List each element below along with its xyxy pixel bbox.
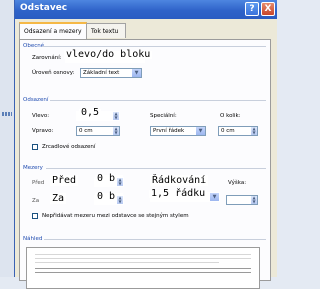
right-indent-label: Vpravo: xyxy=(32,128,54,134)
space-before-label: Před xyxy=(50,175,79,186)
preview-separator xyxy=(44,239,266,240)
line-spacing-select[interactable]: 1,5 řádku ▼ xyxy=(149,188,220,202)
mirror-indent-checkbox[interactable] xyxy=(32,144,38,150)
preview-group-label: Náhled xyxy=(23,236,43,242)
general-separator xyxy=(42,46,266,47)
space-before-small-label: Před xyxy=(32,180,45,186)
spin-arrows-icon[interactable]: ▲ ▼ xyxy=(251,127,257,135)
tab-panel: Obecné Zarovnání: vlevo/do bloku Úroveň … xyxy=(19,39,271,289)
outline-level-label: Úroveň osnovy: xyxy=(32,70,75,76)
preview-text-line xyxy=(35,258,251,259)
spacing-separator xyxy=(46,168,266,169)
chevron-down-icon[interactable]: ▼ xyxy=(196,127,205,135)
background-ruler-mark xyxy=(2,112,12,116)
line-spacing-at-label: Výška: xyxy=(228,180,247,186)
dont-add-space-label: Nepřidávat mezeru mezi odstavce se stejn… xyxy=(42,213,189,219)
preview-text-line xyxy=(35,272,251,273)
outline-level-value: Základní text xyxy=(83,70,120,76)
left-indent-input[interactable]: 0,5 ▲ ▼ xyxy=(76,107,120,121)
right-indent-input[interactable]: 0 cm ▲ ▼ xyxy=(76,126,120,136)
right-indent-value: 0 cm xyxy=(79,128,93,134)
preview-text-line xyxy=(35,254,251,255)
outline-level-select[interactable]: Základní text ▼ xyxy=(80,68,142,78)
indent-group-label: Odsazení xyxy=(23,97,49,103)
special-indent-value: První řádek xyxy=(153,128,185,134)
indent-separator xyxy=(50,100,266,101)
dialog-title: Odstavec xyxy=(20,3,68,13)
tab-text-flow[interactable]: Tok textu xyxy=(86,23,126,38)
general-group-label: Obecné xyxy=(23,43,45,49)
preview-text-line xyxy=(35,268,251,269)
space-after-input[interactable]: 0 b. ▲ ▼ xyxy=(94,192,124,205)
spin-arrows-icon[interactable]: ▲ ▼ xyxy=(113,127,119,135)
left-indent-label: Vlevo: xyxy=(32,113,50,119)
mirror-indent-label: Zrcadlové odsazení xyxy=(42,144,96,150)
preview-box xyxy=(26,247,260,289)
alignment-value: vlevo/do bloku xyxy=(64,49,153,60)
special-indent-label: Speciální: xyxy=(150,113,177,119)
line-spacing-label: Řádkování xyxy=(150,175,209,186)
preview-text-line xyxy=(35,262,219,263)
space-after-label: Za xyxy=(50,193,67,204)
spin-arrows-icon[interactable]: ▲ ▼ xyxy=(113,112,119,120)
tab-indents-spacing[interactable]: Odsazení a mezery xyxy=(19,22,87,39)
indent-by-label: O kolik: xyxy=(220,113,241,119)
dont-add-space-checkbox[interactable] xyxy=(32,213,38,219)
alignment-select[interactable]: vlevo/do bloku xyxy=(64,50,153,63)
title-bar[interactable]: Odstavec ? X xyxy=(15,0,277,19)
indent-by-value: 0 cm xyxy=(221,128,235,134)
space-after-small-label: Za xyxy=(32,198,40,204)
spacing-group-label: Mezery xyxy=(23,165,43,171)
chevron-down-icon[interactable]: ▼ xyxy=(210,193,219,201)
line-spacing-value: 1,5 řádku xyxy=(149,188,208,199)
indent-by-input[interactable]: 0 cm ▲ ▼ xyxy=(218,126,258,136)
spin-arrows-icon[interactable]: ▲ ▼ xyxy=(251,196,257,204)
chevron-down-icon[interactable]: ▼ xyxy=(132,69,141,77)
space-before-input[interactable]: 0 b. ▲ ▼ xyxy=(94,174,124,187)
alignment-label: Zarovnání: xyxy=(32,55,62,61)
close-button[interactable]: X xyxy=(261,2,275,16)
line-spacing-at-input[interactable]: ▲ ▼ xyxy=(226,195,258,205)
paragraph-dialog: Odstavec ? X Odsazení a mezery Tok textu… xyxy=(14,0,277,289)
spin-arrows-icon[interactable]: ▲ ▼ xyxy=(117,178,123,186)
background-window-strip xyxy=(0,0,14,277)
help-button[interactable]: ? xyxy=(245,2,259,16)
special-indent-select[interactable]: První řádek ▼ xyxy=(150,126,206,136)
left-indent-value: 0,5 xyxy=(79,107,102,118)
spin-arrows-icon[interactable]: ▲ ▼ xyxy=(117,196,123,204)
